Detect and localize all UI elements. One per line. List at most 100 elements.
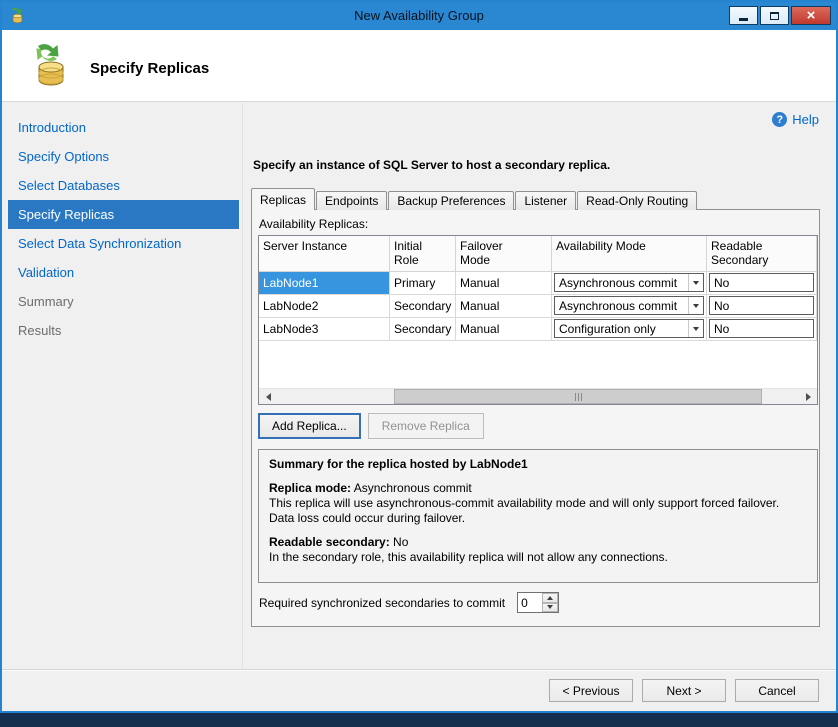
help-icon: ? <box>772 112 787 127</box>
summary-title: Summary for the replica hosted by LabNod… <box>269 457 807 472</box>
cell-availability-mode: Asynchronous commit <box>552 272 707 294</box>
required-secondaries-row: Required synchronized secondaries to com… <box>259 592 559 613</box>
column-header-server-instance: Server Instance <box>259 236 390 271</box>
scroll-right-button[interactable] <box>800 389 817 404</box>
window-controls: × <box>729 6 831 25</box>
spinner-buttons <box>542 593 558 612</box>
cell-initial-role[interactable]: Secondary <box>390 318 456 340</box>
availability-replicas-label: Availability Replicas: <box>259 217 368 231</box>
instruction-text: Specify an instance of SQL Server to hos… <box>253 158 610 172</box>
table-row: LabNode2 Secondary Manual Asynchronous c… <box>259 295 817 318</box>
availability-mode-combobox[interactable]: Asynchronous commit <box>554 273 704 292</box>
maximize-button[interactable] <box>760 6 789 25</box>
replicas-tab-page: Availability Replicas: Server Instance I… <box>251 209 820 627</box>
tab-backup-preferences[interactable]: Backup Preferences <box>388 191 514 210</box>
scrollbar-thumb[interactable] <box>394 389 762 404</box>
cell-server-instance[interactable]: LabNode2 <box>259 295 390 317</box>
tab-endpoints[interactable]: Endpoints <box>316 191 387 210</box>
combobox-value: Configuration only <box>559 322 656 336</box>
spinner-up-button[interactable] <box>542 593 558 603</box>
cell-readable-secondary: No <box>707 295 817 317</box>
wizard-header: Specify Replicas <box>2 30 836 102</box>
cell-initial-role[interactable]: Secondary <box>390 295 456 317</box>
replica-mode-description: This replica will use asynchronous-commi… <box>269 496 807 526</box>
combobox-value: No <box>714 276 729 290</box>
add-replica-button[interactable]: Add Replica... <box>258 413 361 439</box>
cell-initial-role[interactable]: Primary <box>390 272 456 294</box>
scroll-right-icon <box>806 393 815 401</box>
cell-failover-mode[interactable]: Manual <box>456 318 552 340</box>
cell-server-instance[interactable]: LabNode3 <box>259 318 390 340</box>
replica-buttons: Add Replica... Remove Replica <box>258 413 484 439</box>
combobox-value: No <box>714 299 729 313</box>
tab-listener[interactable]: Listener <box>515 191 576 210</box>
spinner-down-button[interactable] <box>542 603 558 613</box>
next-button[interactable]: Next > <box>642 679 726 702</box>
close-icon: × <box>807 8 816 23</box>
column-header-availability-mode: Availability Mode <box>552 236 707 271</box>
chevron-down-icon <box>688 274 703 291</box>
combobox-value: Asynchronous commit <box>559 276 677 290</box>
previous-button[interactable]: < Previous <box>549 679 633 702</box>
cell-failover-mode[interactable]: Manual <box>456 272 552 294</box>
window-title: New Availability Group <box>2 8 836 23</box>
table-row: LabNode1 Primary Manual Asynchronous com… <box>259 272 817 295</box>
required-secondaries-label: Required synchronized secondaries to com… <box>259 596 505 610</box>
sidebar-item-specify-replicas[interactable]: Specify Replicas <box>8 200 239 229</box>
sidebar-item-validation[interactable]: Validation <box>8 258 239 287</box>
cancel-button[interactable]: Cancel <box>735 679 819 702</box>
column-header-readable-secondary: Readable Secondary <box>707 236 817 271</box>
close-button[interactable]: × <box>791 6 831 25</box>
tab-replicas[interactable]: Replicas <box>251 188 315 210</box>
minimize-icon <box>739 18 748 21</box>
title-bar: New Availability Group × <box>2 2 836 30</box>
maximize-icon <box>770 12 779 20</box>
sidebar-item-results: Results <box>8 316 239 345</box>
chevron-down-icon <box>688 297 703 314</box>
availability-mode-combobox[interactable]: Asynchronous commit <box>554 296 704 315</box>
tab-read-only-routing[interactable]: Read-Only Routing <box>577 191 697 210</box>
help-link[interactable]: ? Help <box>772 112 819 127</box>
combobox-value: Asynchronous commit <box>559 299 677 313</box>
chevron-up-icon <box>547 593 553 600</box>
cell-server-instance[interactable]: LabNode1 <box>259 272 390 294</box>
availability-replicas-grid: Server Instance Initial Role Failover Mo… <box>258 235 818 405</box>
scroll-left-button[interactable] <box>259 389 276 404</box>
help-label: Help <box>792 112 819 127</box>
minimize-button[interactable] <box>729 6 758 25</box>
sidebar-item-specify-options[interactable]: Specify Options <box>8 142 239 171</box>
replica-summary-box: Summary for the replica hosted by LabNod… <box>258 449 818 583</box>
column-header-initial-role: Initial Role <box>390 236 456 271</box>
replica-mode-line: Replica mode: Asynchronous commit <box>269 481 807 496</box>
horizontal-scrollbar[interactable] <box>259 388 817 404</box>
required-secondaries-input[interactable] <box>518 593 542 612</box>
chevron-down-icon <box>547 605 553 612</box>
desktop: New Availability Group × Specify Replica… <box>0 0 838 727</box>
cell-failover-mode[interactable]: Manual <box>456 295 552 317</box>
readable-secondary-combobox[interactable]: No <box>709 273 814 292</box>
readable-secondary-description: In the secondary role, this availability… <box>269 550 807 565</box>
sidebar-item-introduction[interactable]: Introduction <box>8 113 239 142</box>
required-secondaries-spinner <box>517 592 559 613</box>
table-row: LabNode3 Secondary Manual Configuration … <box>259 318 817 341</box>
cell-readable-secondary: No <box>707 272 817 294</box>
wizard-footer: < Previous Next > Cancel <box>2 669 836 711</box>
availability-group-database-icon <box>26 42 74 90</box>
availability-mode-combobox[interactable]: Configuration only <box>554 319 704 338</box>
sidebar-item-summary: Summary <box>8 287 239 316</box>
scrollbar-track[interactable] <box>276 389 800 404</box>
readable-secondary-combobox[interactable]: No <box>709 319 814 338</box>
chevron-down-icon <box>688 320 703 337</box>
grid-header-row: Server Instance Initial Role Failover Mo… <box>259 236 817 272</box>
step-content: ? Help Specify an instance of SQL Server… <box>243 103 836 669</box>
tab-strip: Replicas Endpoints Backup Preferences Li… <box>251 188 698 210</box>
sidebar-item-select-databases[interactable]: Select Databases <box>8 171 239 200</box>
sidebar-item-select-data-synchronization[interactable]: Select Data Synchronization <box>8 229 239 258</box>
cell-availability-mode: Asynchronous commit <box>552 295 707 317</box>
page-title: Specify Replicas <box>90 60 209 77</box>
column-header-failover-mode: Failover Mode <box>456 236 552 271</box>
scroll-left-icon <box>262 393 271 401</box>
cell-readable-secondary: No <box>707 318 817 340</box>
readable-secondary-combobox[interactable]: No <box>709 296 814 315</box>
wizard-steps-sidebar: Introduction Specify Options Select Data… <box>8 113 239 669</box>
